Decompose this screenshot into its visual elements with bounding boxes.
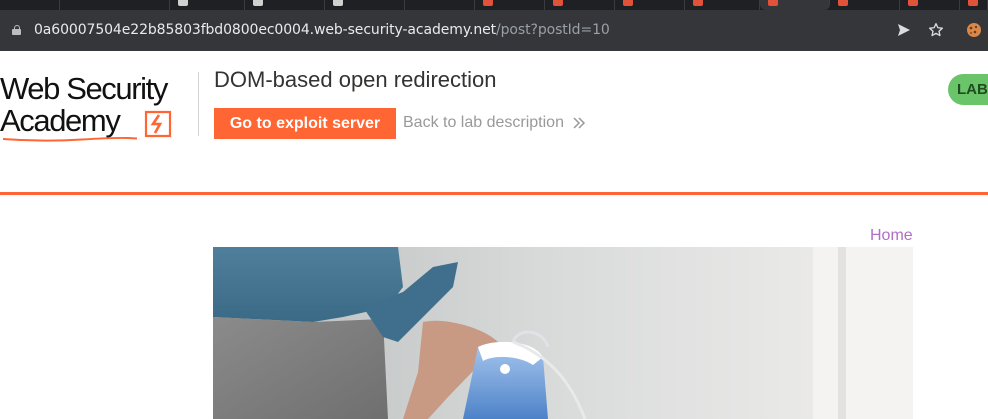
- browser-tab[interactable]: [475, 0, 545, 10]
- logo-text-line2: Academy: [0, 103, 121, 138]
- browser-tab[interactable]: [830, 0, 900, 10]
- lab-title: DOM-based open redirection: [214, 67, 497, 92]
- url-text[interactable]: 0a60007504e22b85803fbd0800ec0004.web-sec…: [34, 21, 610, 39]
- header-rule: [0, 192, 988, 195]
- logo-text-line1: Web Security: [0, 71, 168, 106]
- cookie-extension-icon[interactable]: [964, 21, 984, 39]
- address-bar[interactable]: 0a60007504e22b85803fbd0800ec0004.web-sec…: [0, 10, 988, 51]
- browser-tab[interactable]: [615, 0, 685, 10]
- url-path: /post?postId=10: [496, 22, 610, 38]
- ironing-photo: [213, 247, 913, 419]
- blog-post-image: [213, 247, 913, 419]
- browser-tab-active[interactable]: [760, 0, 830, 10]
- browser-tab[interactable]: [405, 0, 475, 10]
- browser-tab[interactable]: [0, 0, 60, 10]
- header-divider: [198, 72, 199, 136]
- logo-swoosh-icon: [2, 136, 138, 142]
- back-to-lab-description-link[interactable]: Back to lab description: [403, 113, 564, 133]
- browser-tab[interactable]: [325, 0, 405, 10]
- home-link[interactable]: Home: [870, 226, 913, 246]
- browser-tab[interactable]: [245, 0, 325, 10]
- send-icon[interactable]: [894, 21, 914, 39]
- browser-tab[interactable]: [170, 0, 245, 10]
- browser-tab[interactable]: [685, 0, 760, 10]
- double-chevron-right-icon: [573, 117, 586, 129]
- browser-tab[interactable]: [60, 0, 170, 10]
- lab-status-badge: LAB: [948, 74, 988, 105]
- lock-icon[interactable]: [12, 25, 21, 35]
- web-security-academy-logo[interactable]: Web Security Academy: [0, 68, 200, 144]
- browser-tab-strip: [0, 0, 988, 10]
- star-icon[interactable]: [926, 21, 946, 39]
- url-host: 0a60007504e22b85803fbd0800ec0004.web-sec…: [34, 22, 497, 38]
- browser-tab[interactable]: [545, 0, 615, 10]
- go-to-exploit-server-button[interactable]: Go to exploit server: [214, 108, 396, 139]
- logo-bolt-icon: [144, 110, 172, 138]
- browser-tab[interactable]: [900, 0, 960, 10]
- browser-tab[interactable]: [960, 0, 988, 10]
